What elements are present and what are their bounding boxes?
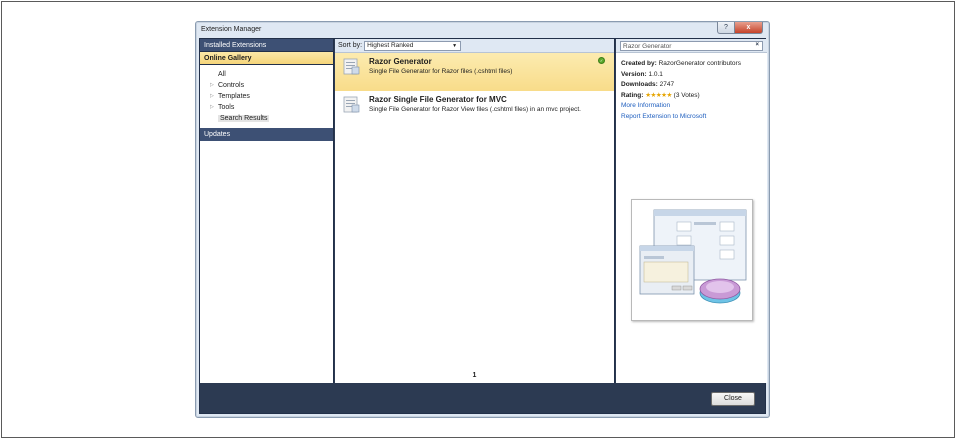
gallery-tree: All ▷ Controls ▷ Templates ▷ Tools Searc… — [200, 65, 333, 128]
report-extension-link[interactable]: Report Extension to Microsoft — [621, 112, 762, 123]
results-panel: Sort by: Highest Ranked ▼ Razor Generato… — [335, 39, 615, 383]
created-by-row: Created by: RazorGenerator contributors — [621, 59, 762, 70]
online-gallery-tab[interactable]: Online Gallery — [200, 52, 333, 65]
chevron-down-icon: ▼ — [452, 42, 458, 49]
extension-icon — [343, 96, 360, 113]
extension-name: Razor Single File Generator for MVC — [369, 95, 507, 104]
tree-item-label: Controls — [218, 82, 245, 89]
rating-label: Rating: — [621, 91, 644, 99]
extension-item-razor-generator[interactable]: Razor Generator Single File Generator fo… — [335, 53, 614, 91]
close-button[interactable]: Close — [711, 392, 755, 406]
extension-description: Single File Generator for Razor files (.… — [369, 68, 513, 75]
extension-details: Created by: RazorGenerator contributors … — [616, 53, 767, 128]
extension-manager-window: Extension Manager ? x Installed Extensio… — [195, 21, 770, 418]
details-panel: × Created by: RazorGenerator contributor… — [616, 39, 767, 383]
more-information-link[interactable]: More Information — [621, 101, 762, 112]
created-by-label: Created by: — [621, 60, 657, 67]
tree-item-search-results[interactable]: Search Results — [200, 113, 333, 124]
window-close-button[interactable]: x — [735, 22, 763, 34]
category-panel: Installed Extensions Online Gallery All … — [200, 39, 334, 383]
rating-votes: (3 Votes) — [673, 91, 700, 99]
tree-item-tools[interactable]: ▷ Tools — [200, 102, 333, 113]
tree-item-label: All — [218, 71, 226, 78]
downloads-row: Downloads: 2747 — [621, 80, 762, 91]
tree-item-controls[interactable]: ▷ Controls — [200, 80, 333, 91]
window-controls: ? x — [717, 22, 763, 34]
search-toolbar: × — [616, 39, 767, 53]
search-input[interactable] — [621, 42, 749, 50]
version-label: Version: — [621, 70, 647, 78]
downloads-label: Downloads: — [621, 81, 658, 88]
sort-toolbar: Sort by: Highest Ranked ▼ — [335, 39, 614, 53]
title-bar[interactable]: Extension Manager ? x — [196, 22, 769, 38]
downloads-value: 2747 — [659, 81, 675, 88]
tree-item-label: Templates — [218, 93, 250, 100]
window-title: Extension Manager — [201, 26, 262, 33]
help-button[interactable]: ? — [717, 22, 735, 34]
sort-label: Sort by: — [338, 42, 363, 49]
sort-dropdown[interactable]: Highest Ranked ▼ — [364, 40, 462, 51]
tree-item-templates[interactable]: ▷ Templates — [200, 91, 333, 102]
created-by-value: RazorGenerator contributors — [658, 60, 741, 67]
sort-dropdown-value: Highest Ranked — [367, 41, 414, 49]
search-box: × — [620, 41, 763, 51]
expand-arrow-icon[interactable]: ▷ — [210, 102, 214, 113]
expand-arrow-icon[interactable]: ▷ — [210, 91, 214, 102]
updates-tab[interactable]: Updates — [200, 128, 333, 141]
preview-screenshot-icon — [639, 209, 747, 304]
tree-item-all[interactable]: All — [200, 69, 333, 80]
extension-name: Razor Generator — [369, 57, 432, 66]
page-number-link[interactable]: 1 — [335, 372, 614, 379]
installed-extensions-tab[interactable]: Installed Extensions — [200, 39, 333, 52]
clear-search-icon[interactable]: × — [755, 42, 759, 48]
installed-check-icon: ✓ — [598, 57, 605, 64]
version-value: 1.0.1 — [648, 70, 663, 78]
extension-preview-image — [631, 199, 753, 321]
extension-item-razor-single-file-generator[interactable]: Razor Single File Generator for MVC Sing… — [335, 91, 614, 129]
rating-row: Rating: ★★★★★ (3 Votes) — [621, 91, 762, 102]
tree-item-label: Search Results — [218, 115, 270, 122]
dialog-body: Installed Extensions Online Gallery All … — [199, 38, 767, 414]
rating-stars-icon: ★★★★★ — [645, 91, 672, 99]
dialog-footer: Close — [200, 383, 765, 413]
extension-description: Single File Generator for Razor View fil… — [369, 106, 581, 113]
expand-arrow-icon[interactable]: ▷ — [210, 80, 214, 91]
tree-item-label: Tools — [218, 104, 235, 111]
extension-icon — [343, 58, 360, 75]
version-row: Version: 1.0.1 — [621, 70, 762, 81]
